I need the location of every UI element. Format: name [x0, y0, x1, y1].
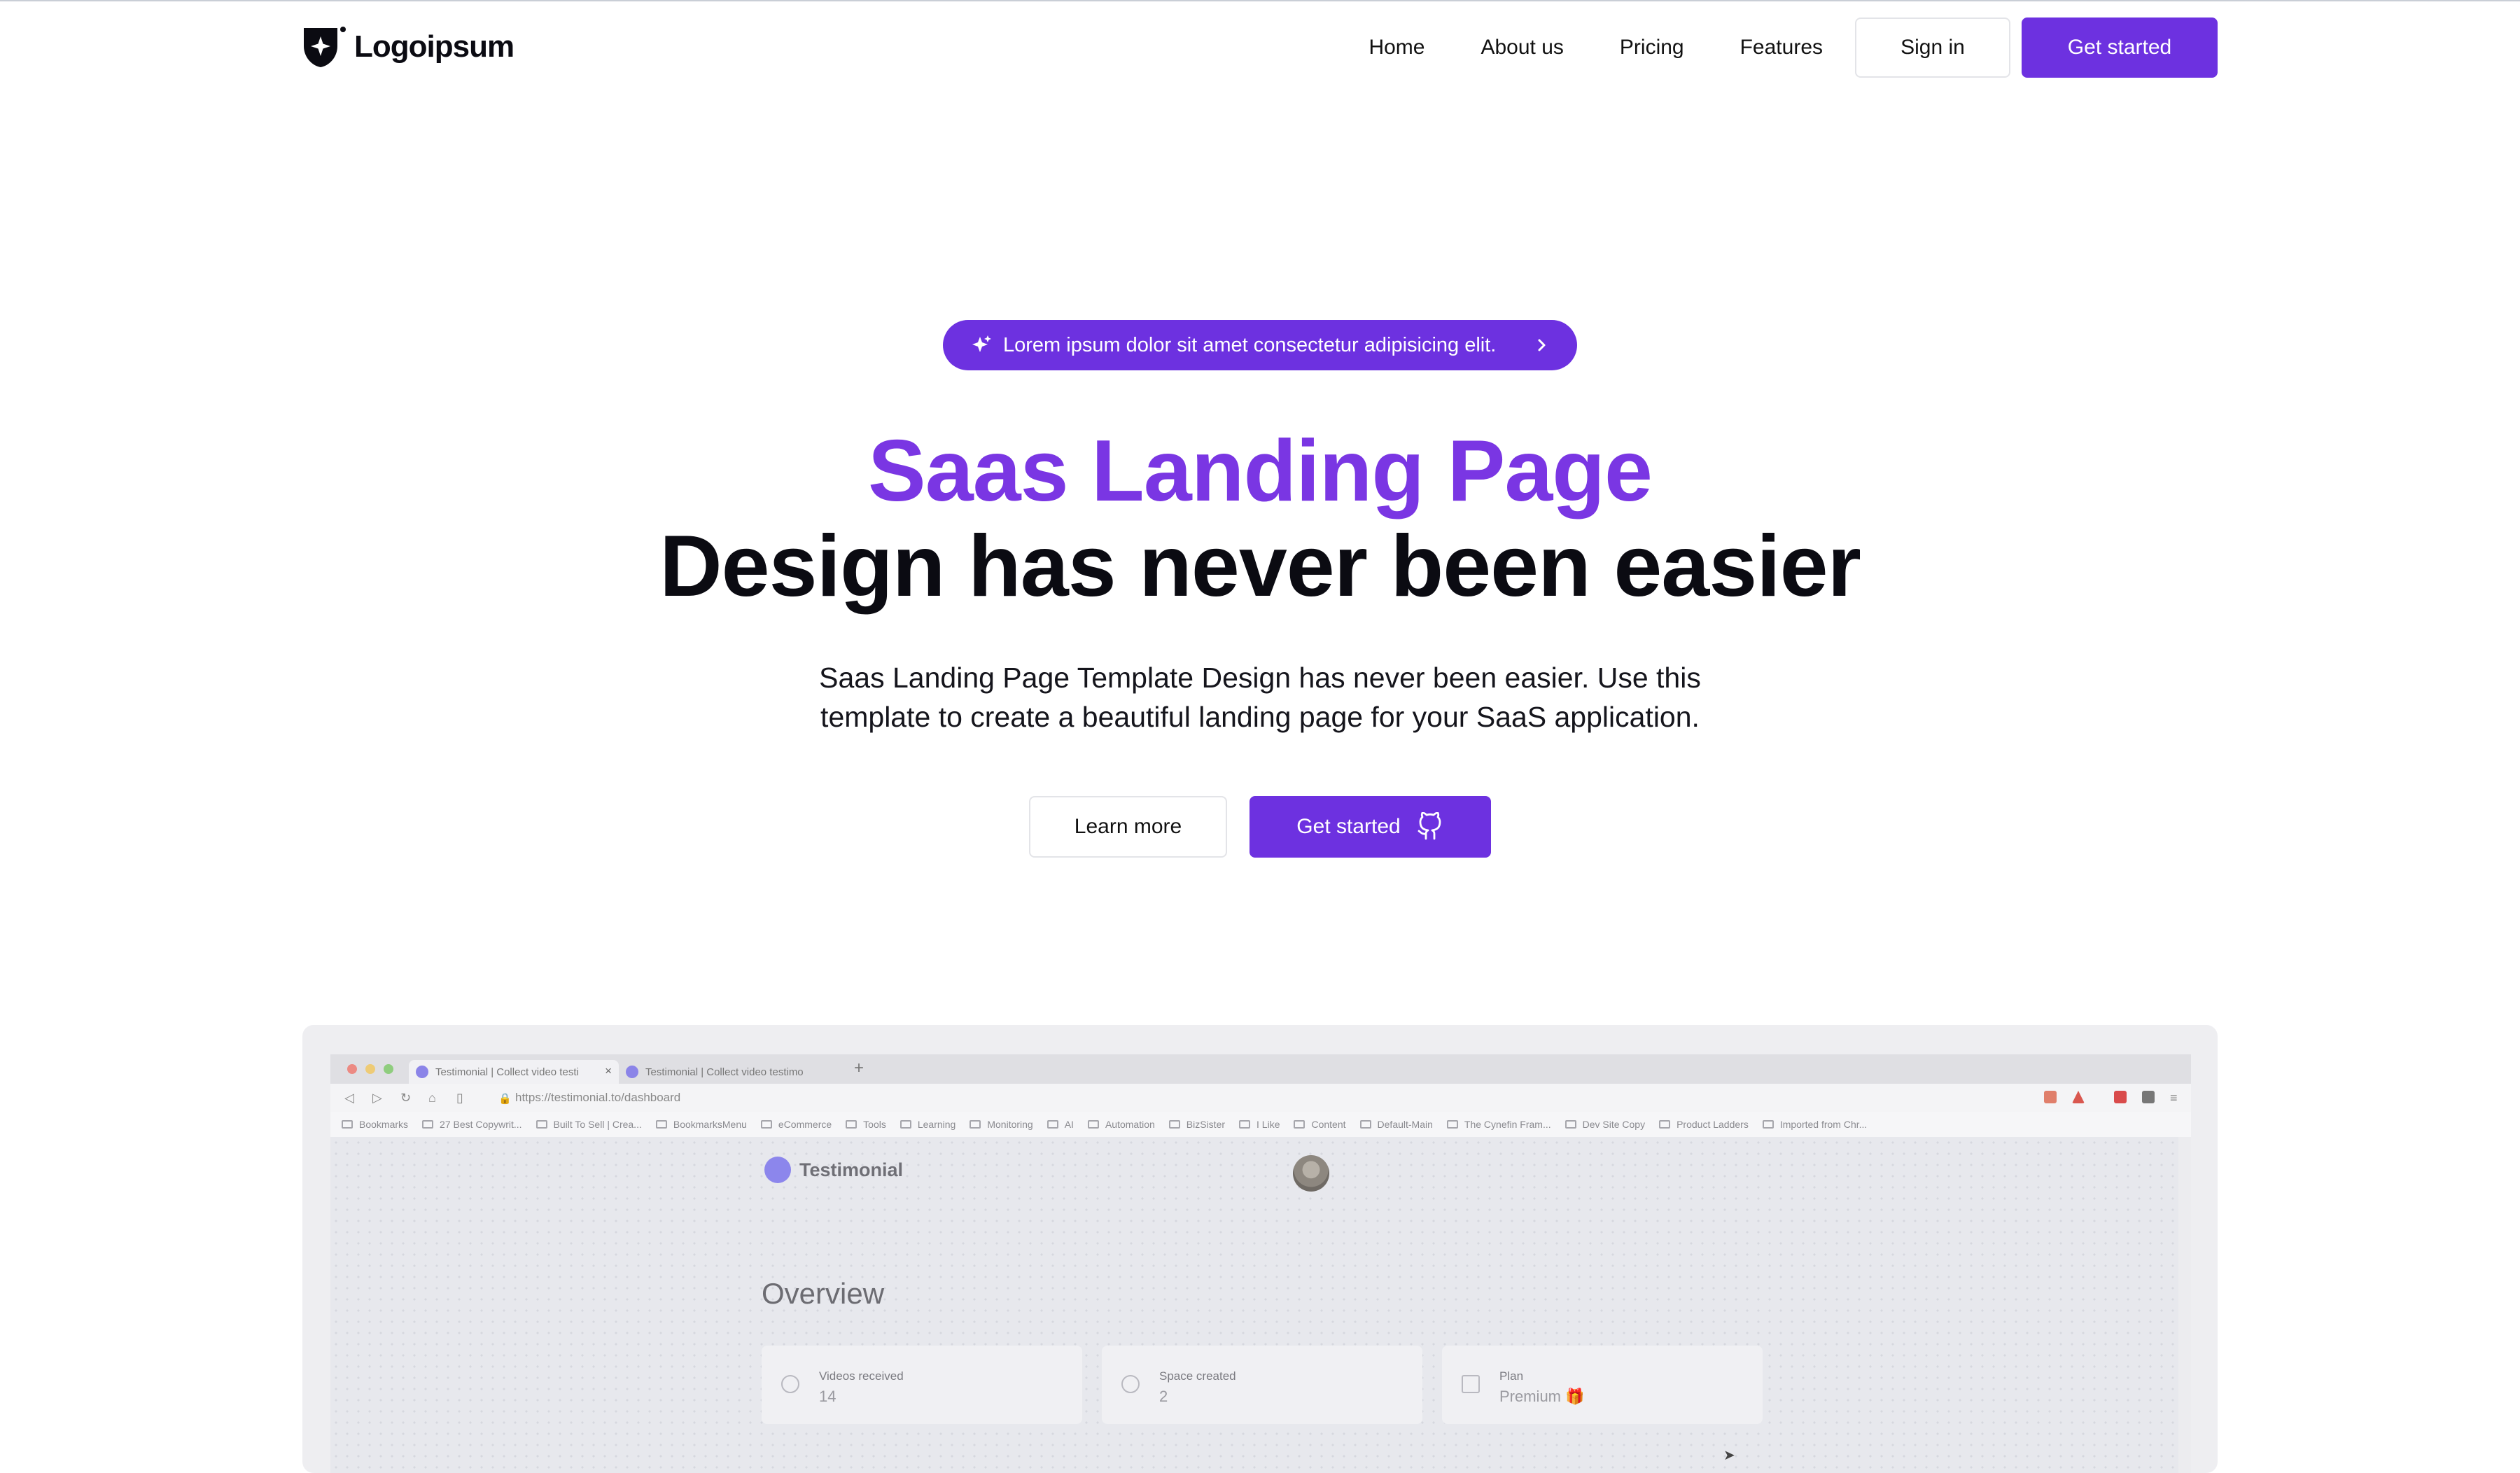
browser-tab-active: Testimonial | Collect video testi ×	[409, 1060, 619, 1084]
nav-link-home[interactable]: Home	[1368, 36, 1424, 60]
tab-favicon	[626, 1066, 638, 1078]
puzzle-icon	[2142, 1091, 2155, 1103]
bookmark-item: AI	[1047, 1119, 1074, 1130]
bookmark-item: BookmarksMenu	[656, 1119, 747, 1130]
hero-subtitle-line1: Saas Landing Page Template Design has ne…	[819, 662, 1701, 694]
menu-icon: ≡	[2170, 1091, 2178, 1105]
bookmark-item: Monitoring	[969, 1119, 1032, 1130]
bookmark-item: I Like	[1239, 1119, 1280, 1130]
bookmark-item: The Cynefin Fram...	[1447, 1119, 1551, 1130]
github-icon	[1418, 812, 1441, 840]
sparkle-icon	[1462, 1375, 1480, 1393]
stat-value: Premium 🎁	[1499, 1388, 1585, 1405]
hero-cta-group: Learn more Get started	[1029, 796, 1491, 858]
warning-icon	[2072, 1091, 2085, 1103]
bookmark-icon: ▯	[456, 1091, 463, 1105]
hero-subtitle: Saas Landing Page Template Design has ne…	[735, 658, 1785, 736]
chevron-right-icon	[1538, 339, 1546, 351]
stat-card-plan: Plan Premium 🎁	[1442, 1346, 1763, 1424]
hero-subtitle-line2: template to create a beautiful landing p…	[820, 701, 1700, 733]
bookmark-item: Product Ladders	[1659, 1119, 1749, 1130]
bookmarks-bar: Bookmarks 27 Best Copywrit... Built To S…	[330, 1112, 2191, 1137]
stat-card-videos: Videos received 14	[762, 1346, 1082, 1424]
learn-more-button[interactable]: Learn more	[1029, 796, 1227, 858]
logo[interactable]: Logoipsum	[302, 25, 514, 69]
stat-value: 14	[819, 1388, 836, 1405]
nav-link-features[interactable]: Features	[1740, 36, 1823, 60]
address-bar: ◁ ▷ ↻ ⌂ ▯ 🔒 https://testimonial.to/dashb…	[330, 1084, 2191, 1112]
bookmark-item: Content	[1294, 1119, 1345, 1130]
bookmark-item: Imported from Chr...	[1763, 1119, 1867, 1130]
back-icon: ◁	[344, 1091, 354, 1105]
reload-icon: ↻	[400, 1091, 412, 1105]
avatar	[1293, 1155, 1329, 1192]
sparkle-icon	[972, 335, 991, 352]
site-header: Logoipsum Home About us Pricing Features…	[302, 17, 2218, 80]
stat-label: Plan	[1499, 1369, 1524, 1383]
top-border	[0, 0, 2520, 1]
extension-icon	[2044, 1091, 2057, 1103]
logo-text: Logoipsum	[354, 29, 514, 64]
logo-icon	[304, 27, 346, 67]
hero-title-line2: Design has never been easier	[659, 518, 1861, 615]
announcement-pill[interactable]: Lorem ipsum dolor sit amet consectetur a…	[943, 320, 1577, 370]
home-icon: ⌂	[428, 1091, 436, 1105]
app-name: Testimonial	[799, 1159, 904, 1180]
bookmark-item: 27 Best Copywrit...	[422, 1119, 522, 1130]
hero-get-started-button[interactable]: Get started	[1250, 796, 1491, 858]
hero-get-started-label: Get started	[1296, 815, 1401, 838]
stat-value: 2	[1159, 1388, 1168, 1405]
overview-heading: Overview	[762, 1277, 885, 1310]
sign-in-button[interactable]: Sign in	[1855, 18, 2010, 78]
browser-tab-bar: Testimonial | Collect video testi × Test…	[330, 1054, 2191, 1084]
hero-title-line1: Saas Landing Page	[867, 423, 1653, 519]
download-icon	[781, 1375, 799, 1393]
bookmark-item: Built To Sell | Crea...	[536, 1119, 642, 1130]
bookmark-item: Automation	[1088, 1119, 1155, 1130]
lock-icon: 🔒	[498, 1093, 512, 1105]
bookmark-item: eCommerce	[761, 1119, 832, 1130]
minimize-window-dot	[365, 1064, 375, 1074]
tab-title: Testimonial | Collect video testimo	[645, 1066, 804, 1078]
scrollbar	[2178, 1137, 2191, 1473]
nav-link-pricing[interactable]: Pricing	[1620, 36, 1684, 60]
product-screenshot: Testimonial | Collect video testi × Test…	[302, 1025, 2218, 1473]
bookmark-item: Bookmarks	[342, 1119, 408, 1130]
stat-card-spaces: Space created 2	[1102, 1346, 1422, 1424]
bookmark-item: Default-Main	[1360, 1119, 1433, 1130]
bookmark-item: Learning	[900, 1119, 956, 1130]
smile-icon	[1121, 1375, 1140, 1393]
bookmark-item: Dev Site Copy	[1565, 1119, 1645, 1130]
stat-label: Videos received	[819, 1369, 904, 1383]
tab-favicon	[416, 1066, 428, 1078]
tab-title: Testimonial | Collect video testi	[435, 1066, 579, 1078]
close-window-dot	[347, 1064, 357, 1074]
browser-window: Testimonial | Collect video testi × Test…	[330, 1054, 2191, 1473]
thumbs-up-icon	[764, 1157, 791, 1183]
url-text: https://testimonial.to/dashboard	[515, 1091, 681, 1104]
main-nav: Home About us Pricing Features Sign in G…	[1368, 17, 2218, 78]
bookmark-item: Tools	[846, 1119, 886, 1130]
browser-tab: Testimonial | Collect video testimo	[619, 1060, 843, 1084]
stat-label: Space created	[1159, 1369, 1236, 1383]
close-tab-icon: ×	[605, 1064, 612, 1077]
header-get-started-button[interactable]: Get started	[2022, 18, 2218, 78]
nav-link-about[interactable]: About us	[1480, 36, 1563, 60]
app-dashboard: Testimonial Overview Videos received 14 …	[330, 1137, 2178, 1473]
announcement-text: Lorem ipsum dolor sit amet consectetur a…	[1003, 333, 1497, 356]
maximize-window-dot	[384, 1064, 393, 1074]
extension-icon	[2114, 1091, 2127, 1103]
bookmark-item: BizSister	[1169, 1119, 1225, 1130]
forward-icon: ▷	[372, 1091, 382, 1105]
new-tab-icon: +	[854, 1059, 864, 1077]
app-logo: Testimonial	[764, 1157, 903, 1183]
